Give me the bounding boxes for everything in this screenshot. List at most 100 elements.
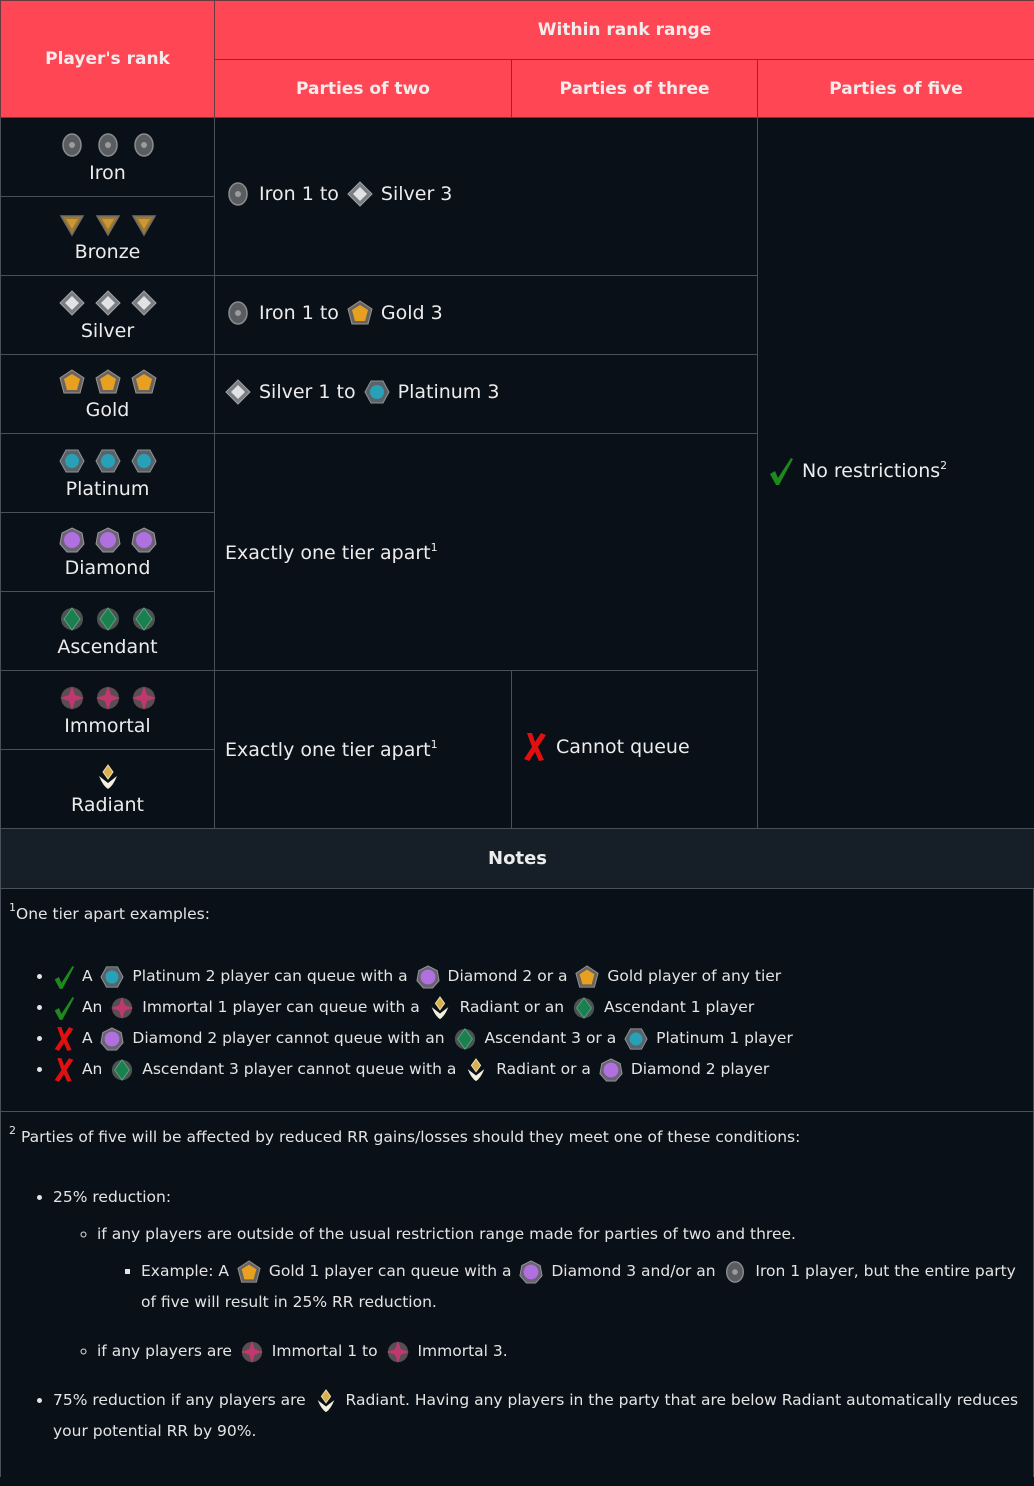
immortal-rank-icon xyxy=(386,1340,410,1364)
footnote-ref-1[interactable]: 1 xyxy=(431,738,438,751)
example-text: Ascendant 3 or a xyxy=(484,1029,617,1047)
rank-name: Diamond xyxy=(64,557,151,579)
example-text: Ascendant 1 player xyxy=(603,998,755,1016)
ascendant-rank-icon xyxy=(95,606,121,632)
rank-cell-gold: Gold xyxy=(0,354,215,434)
example-text: A xyxy=(81,967,93,985)
example-text: Immortal 1 player can queue with a xyxy=(142,998,420,1016)
gold-rank-icon xyxy=(95,369,121,395)
check-icon xyxy=(768,456,794,486)
list-item: An Immortal 1 player can queue with a Ra… xyxy=(53,992,1025,1023)
list-item: A Diamond 2 player cannot queue with an … xyxy=(53,1023,1025,1054)
example-text: Radiant or an xyxy=(459,998,565,1016)
example-text: Diamond 2 player xyxy=(630,1060,770,1078)
radiant-rank-icon xyxy=(314,1389,338,1413)
rank-name: Ascendant xyxy=(57,636,158,658)
iron-rank-icon xyxy=(95,132,121,158)
range-from-text: Iron 1 to xyxy=(259,301,339,324)
example-text: Gold player of any tier xyxy=(607,967,782,985)
diamond-rank-icon xyxy=(599,1058,623,1082)
gold-rank-icon xyxy=(59,369,85,395)
range-from-text: Silver 1 to xyxy=(259,380,356,403)
rank-cell-immortal: Immortal xyxy=(0,670,215,750)
notes-section: 1One tier apart examples: A Platinum 2 p… xyxy=(0,889,1034,1477)
radiant-rank-icon xyxy=(428,996,452,1020)
iron-rank-icon xyxy=(723,1260,747,1284)
rank-cell-platinum: Platinum xyxy=(0,433,215,513)
outside-range-text: if any players are outside of the usual … xyxy=(97,1225,796,1243)
list-item: Example: A Gold 1 player can queue with … xyxy=(141,1256,1025,1318)
note-1-title: One tier apart examples: xyxy=(16,905,210,923)
silver-rank-icon xyxy=(95,290,121,316)
gold-rank-icon xyxy=(347,300,373,326)
bronze-rank-icon xyxy=(95,211,121,237)
example-text: if any players are xyxy=(97,1342,232,1360)
radiant-rank-icon xyxy=(464,1058,488,1082)
gold-rank-icon xyxy=(131,369,157,395)
rank-name: Radiant xyxy=(71,794,144,816)
example-text: Ascendant 3 player cannot queue with a xyxy=(142,1060,457,1078)
silver-rank-icon xyxy=(59,290,85,316)
cross-icon xyxy=(53,1057,75,1083)
example-text: Example: A xyxy=(141,1262,229,1280)
platinum-rank-icon xyxy=(364,379,390,405)
iron-rank-icon xyxy=(225,181,251,207)
rank-restrictions-table: Player's rank Within rank range Parties … xyxy=(0,0,1034,889)
parties-of-five-header: Parties of five xyxy=(756,59,1034,118)
diamond-rank-icon xyxy=(59,527,85,553)
one-tier-apart-text: Exactly one tier apart xyxy=(225,541,431,564)
iron-rank-icon xyxy=(225,300,251,326)
platinum-rank-icon xyxy=(131,448,157,474)
range-to-text: Silver 3 xyxy=(380,183,453,205)
no-restrictions-text: No restrictions xyxy=(802,460,941,482)
rank-name: Platinum xyxy=(65,478,150,500)
example-text: A xyxy=(81,1029,93,1047)
example-text: Platinum 1 player xyxy=(656,1029,793,1047)
silver-rank-icon xyxy=(225,379,251,405)
check-icon xyxy=(53,964,75,990)
rank-name: Bronze xyxy=(74,241,141,263)
reductions-list: 25% reduction: if any players are outsid… xyxy=(9,1182,1025,1447)
list-item: An Ascendant 3 player cannot queue with … xyxy=(53,1054,1025,1085)
rank-name: Silver xyxy=(80,320,135,342)
radiant-rank-icon xyxy=(95,764,121,790)
gold-rank-icon xyxy=(575,965,599,989)
immortal-rank-icon xyxy=(59,685,85,711)
diamond-rank-icon xyxy=(131,527,157,553)
silver-rank-icon xyxy=(347,181,373,207)
ascendant-rank-icon xyxy=(572,996,596,1020)
footnote-ref-2[interactable]: 2 xyxy=(940,459,947,472)
range-iron-bronze: Iron 1 to Silver 3 xyxy=(214,117,758,276)
range-imm-rad-three: Cannot queue xyxy=(511,670,758,829)
diamond-rank-icon xyxy=(416,965,440,989)
rank-name: Immortal xyxy=(64,715,151,737)
list-item: 75% reduction if any players are Radiant… xyxy=(53,1385,1025,1447)
rank-cell-radiant: Radiant xyxy=(0,749,215,829)
list-item: if any players are outside of the usual … xyxy=(97,1219,1025,1318)
within-rank-range-header: Within rank range xyxy=(213,0,1034,60)
ascendant-rank-icon xyxy=(453,1027,477,1051)
immortal-rank-icon xyxy=(95,685,121,711)
footnote-ref-1[interactable]: 1 xyxy=(431,541,438,554)
parties-of-five-cell: No restrictions2 xyxy=(756,117,1034,829)
cross-icon xyxy=(53,1026,75,1052)
ascendant-rank-icon xyxy=(59,606,85,632)
examples-list: A Platinum 2 player can queue with a Dia… xyxy=(9,961,1025,1085)
note-2-title: Parties of five will be affected by redu… xyxy=(20,1128,801,1146)
range-to-text: Gold 3 xyxy=(380,301,443,324)
ascendant-rank-icon xyxy=(131,606,157,632)
silver-rank-icon xyxy=(131,290,157,316)
example-text: Diamond 3 and/or an xyxy=(551,1262,716,1280)
example-text: An xyxy=(81,1060,103,1078)
diamond-rank-icon xyxy=(95,527,121,553)
check-icon xyxy=(53,995,75,1021)
bronze-rank-icon xyxy=(59,211,85,237)
range-from-text: Iron 1 to xyxy=(259,183,339,205)
example-text: 75% reduction if any players are xyxy=(53,1391,306,1409)
diamond-rank-icon xyxy=(100,1027,124,1051)
range-to-text: Platinum 3 xyxy=(397,380,500,403)
platinum-rank-icon xyxy=(95,448,121,474)
cross-icon xyxy=(522,732,548,762)
example-text: Gold 1 player can queue with a xyxy=(268,1262,512,1280)
ascendant-rank-icon xyxy=(110,1058,134,1082)
